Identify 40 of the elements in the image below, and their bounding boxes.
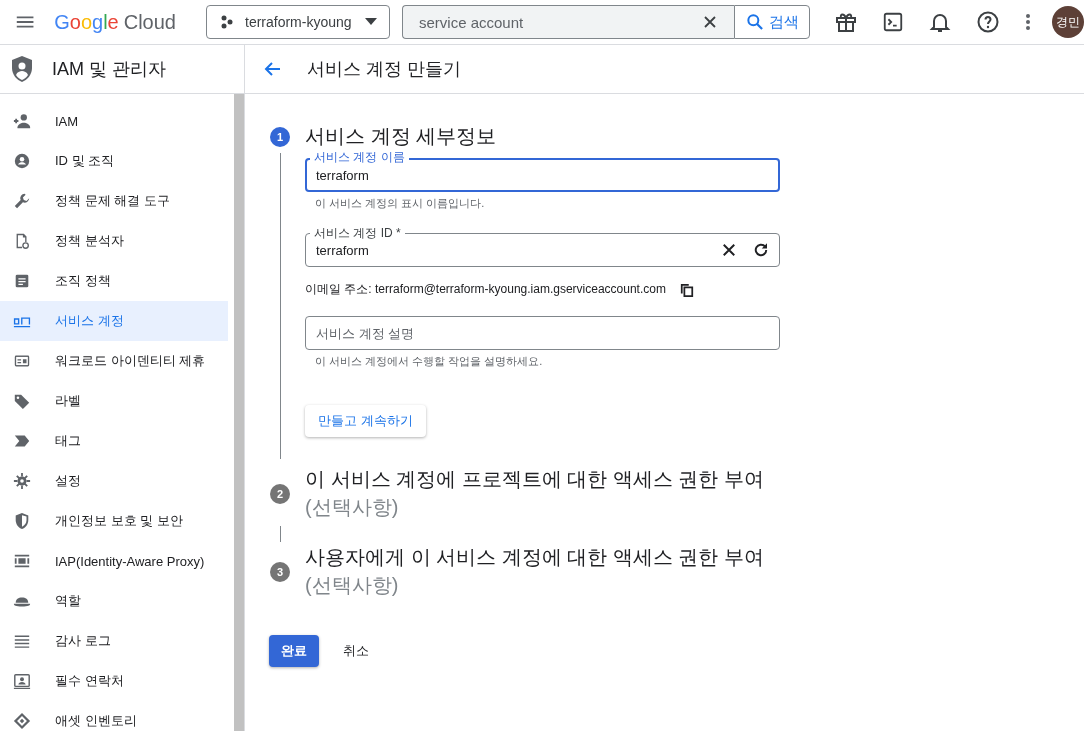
email-address: 이메일 주소: terraform@terraform-kyoung.iam.gserviceaccount.com (305, 281, 666, 298)
step-title: 이 서비스 계정에 프로젝트에 대한 액세스 권한 부여 (305, 467, 765, 492)
page-title: 서비스 계정 만들기 (307, 58, 461, 81)
sidebar-item[interactable]: 라벨 (0, 381, 228, 421)
cancel-button[interactable]: 취소 (333, 635, 379, 667)
field-label: 서비스 계정 이름 (310, 150, 409, 164)
step-subtitle: (선택사항) (305, 495, 400, 520)
sidebar-item[interactable]: 필수 연락처 (0, 661, 228, 701)
input-field[interactable]: 서비스 계정 설명 (305, 316, 780, 350)
sidebar-title: IAM 및 관리자 (52, 58, 166, 81)
step-subtitle: (선택사항) (305, 573, 400, 598)
step-number: 3 (270, 562, 290, 582)
sidebar-item[interactable]: IAM (0, 101, 228, 141)
field-hint: 이 서비스 계정의 표시 이름입니다. (314, 196, 486, 211)
sidebar-item[interactable]: 조직 정책 (0, 261, 228, 301)
step-number: 2 (270, 484, 290, 504)
step-number: 1 (270, 127, 290, 147)
search-field[interactable]: service account (402, 5, 734, 39)
sidebar-item[interactable]: 역할 (0, 581, 228, 621)
project-selector[interactable]: terraform-kyoung (206, 5, 390, 39)
field-label: 서비스 계정 ID * (310, 226, 405, 240)
sidebar-item[interactable]: 정책 문제 해결 도구 (0, 181, 228, 221)
sidebar-item[interactable]: ID 및 조직 (0, 141, 228, 181)
create-continue-button[interactable]: 만들고 계속하기 (305, 405, 426, 437)
sidebar-item[interactable]: 태그 (0, 421, 228, 461)
user-avatar[interactable]: 경민 (1052, 6, 1084, 38)
google-cloud-logo[interactable]: Google Cloud (54, 10, 176, 34)
step-title: 서비스 계정 세부정보 (305, 124, 498, 149)
sidebar-item[interactable]: 개인정보 보호 및 보안 (0, 501, 228, 541)
sidebar-item[interactable]: 워크로드 아이덴티티 제휴 (0, 341, 228, 381)
sidebar-item[interactable]: 설정 (0, 461, 228, 501)
sidebar-item[interactable]: IAP(Identity-Aware Proxy) (0, 541, 228, 581)
sidebar-item[interactable]: 감사 로그 (0, 621, 228, 661)
sidebar-item[interactable]: 애셋 인벤토리 (0, 701, 228, 731)
search-button[interactable]: 검색 (734, 5, 810, 39)
step-title: 사용자에게 이 서비스 계정에 대한 액세스 권한 부여 (305, 545, 765, 570)
sidebar-item[interactable]: 정책 분석자 (0, 221, 228, 261)
done-button[interactable]: 완료 (269, 635, 319, 667)
sidebar-item[interactable]: 서비스 계정 (0, 301, 228, 341)
field-hint: 이 서비스 계정에서 수행할 작업을 설명하세요. (314, 354, 544, 369)
